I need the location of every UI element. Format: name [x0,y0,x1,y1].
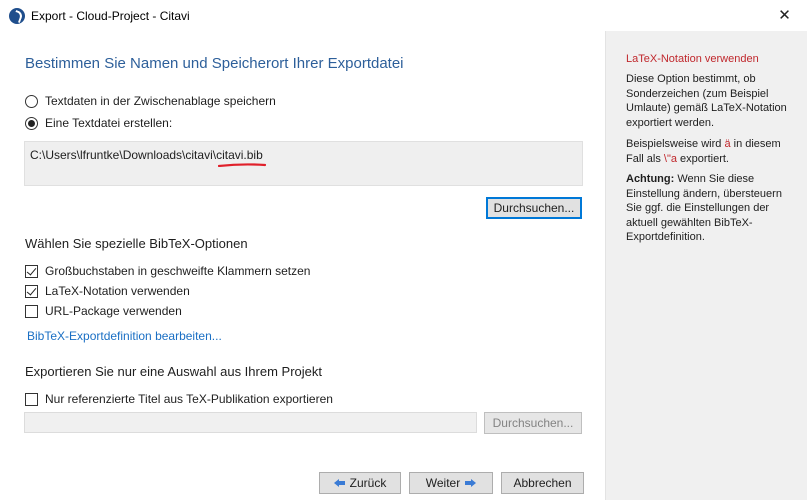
help-title: LaTeX-Notation verwenden [626,53,759,65]
radio-clipboard-option[interactable]: Textdaten in der Zwischenablage speicher… [25,93,276,109]
checkbox-uppercase[interactable] [25,264,38,278]
arrow-right-icon [465,478,477,488]
export-path-filename: citavi.bib [216,148,263,162]
radio-textfile[interactable] [25,116,38,130]
back-button[interactable]: Zurück [319,472,401,494]
help-p2-code: \"a [663,152,677,165]
title-bar: Export - Cloud-Project - Citavi ✕ [0,0,807,31]
browse-button[interactable]: Durchsuchen... [486,197,582,219]
option-uppercase[interactable]: Großbuchstaben in geschweifte Klammern s… [25,263,310,279]
checkbox-url[interactable] [25,304,38,318]
radio-textfile-label: Eine Textdatei erstellen: [45,116,173,130]
radio-clipboard-label: Textdaten in der Zwischenablage speicher… [45,94,276,108]
bibtex-options-heading: Wählen Sie spezielle BibTeX-Optionen [25,236,248,251]
export-path-field[interactable]: C:\Users\lfruntke\Downloads\citavi\citav… [24,141,583,186]
next-button[interactable]: Weiter [409,472,493,494]
help-p2-start: Beispielsweise wird [626,138,725,150]
option-referenced[interactable]: Nur referenzierte Titel aus TeX-Publikat… [25,391,333,407]
help-panel: LaTeX-Notation verwenden Diese Option be… [605,31,807,500]
window-title: Export - Cloud-Project - Citavi [31,9,190,23]
help-paragraph-2: Beispielsweise wird ä in diesem Fall als… [626,137,798,166]
selection-heading: Exportieren Sie nur eine Auswahl aus Ihr… [25,364,322,379]
option-latex-label: LaTeX-Notation verwenden [45,284,190,298]
option-uppercase-label: Großbuchstaben in geschweifte Klammern s… [45,264,311,278]
citavi-logo-icon [9,8,25,24]
option-referenced-label: Nur referenzierte Titel aus TeX-Publikat… [45,392,333,406]
option-url-label: URL-Package verwenden [45,304,182,318]
browse-tex-button[interactable]: Durchsuchen... [484,412,582,434]
edit-export-definition-link[interactable]: BibTeX-Exportdefinition bearbeiten... [27,329,222,343]
tex-publication-path-field[interactable] [24,412,477,433]
back-button-label: Zurück [349,476,387,490]
next-button-label: Weiter [425,476,461,490]
help-p2-end: exportiert. [677,152,729,165]
help-warning-label: Achtung: [626,173,675,185]
radio-textfile-option[interactable]: Eine Textdatei erstellen: [25,115,172,131]
close-button[interactable]: ✕ [762,0,807,31]
export-path-folder: C:\Users\lfruntke\Downloads\citavi\ [30,148,217,162]
option-latex[interactable]: LaTeX-Notation verwenden [25,283,190,299]
annotation-underline [218,163,266,167]
checkbox-latex[interactable] [25,284,38,298]
export-path-text: C:\Users\lfruntke\Downloads\citavi\citav… [30,148,263,162]
option-url[interactable]: URL-Package verwenden [25,303,182,319]
radio-clipboard[interactable] [25,94,38,108]
arrow-left-icon [333,478,345,488]
cancel-button[interactable]: Abbrechen [501,472,584,494]
checkbox-referenced[interactable] [25,392,38,406]
page-title: Bestimmen Sie Namen und Speicherort Ihre… [25,55,404,72]
help-paragraph-3: Achtung: Wenn Sie diese Einstellung ände… [626,172,798,245]
help-paragraph-1: Diese Option bestimmt, ob Sonderzeichen … [626,73,787,129]
